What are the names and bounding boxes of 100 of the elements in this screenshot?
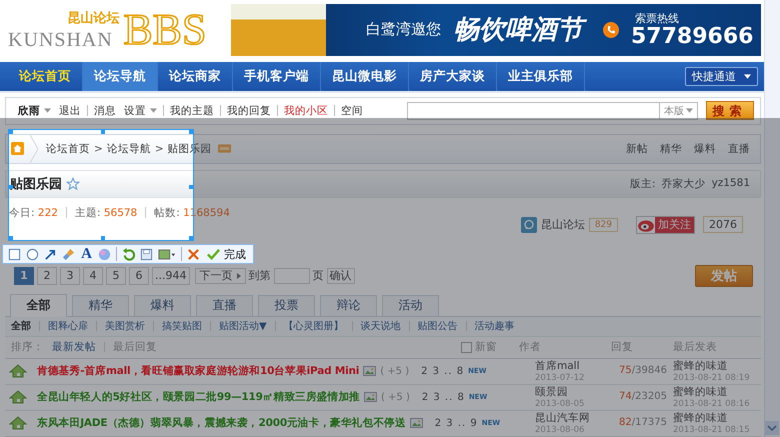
nav-item[interactable]: 业主俱乐部	[497, 62, 585, 91]
moderator-link[interactable]: 乔家大少	[662, 176, 706, 190]
account-name[interactable]: 昆山论坛	[540, 217, 585, 232]
quick-link[interactable]: 精华	[660, 142, 682, 156]
search-field[interactable]	[407, 102, 660, 120]
page-link[interactable]: 1	[14, 266, 34, 285]
filter-link[interactable]: 图释心扉	[48, 319, 88, 334]
caret-icon	[150, 108, 157, 114]
user-link[interactable]: 消息	[92, 104, 118, 118]
user-link[interactable]: 设置	[122, 104, 159, 118]
author-link[interactable]: 颐景园	[535, 386, 620, 399]
filter-link[interactable]: 美图赏析	[105, 319, 145, 334]
page-link[interactable]: 2	[37, 266, 57, 285]
last-poster-link[interactable]: 蜜蜂的味道	[673, 360, 762, 373]
breadcrumb-separator: >	[94, 142, 103, 155]
thread-status-icon	[9, 364, 27, 378]
speech-bubble-icon[interactable]	[520, 216, 537, 232]
forum-stat: 今日: 222	[9, 206, 58, 220]
done-button[interactable]: 完成	[205, 246, 248, 262]
thread-pages[interactable]: 2 3 .. 8	[422, 392, 465, 403]
filter-link[interactable]: 全部	[11, 319, 31, 334]
phone-icon	[603, 22, 619, 38]
breadcrumb-separator: >	[154, 142, 164, 155]
checkbox[interactable]	[461, 342, 472, 353]
undo-icon[interactable]	[122, 248, 135, 260]
banner-text: 白鹭湾邀您	[366, 20, 441, 40]
filter-link[interactable]: 贴图活动▼	[219, 319, 267, 334]
ellipse-tool-icon[interactable]	[26, 248, 39, 260]
page-link[interactable]: 4	[83, 266, 103, 285]
user-link[interactable]: 退出	[57, 104, 83, 118]
last-poster-link[interactable]: 蜜蜂的味道	[673, 412, 762, 425]
text-tool-button[interactable]: A	[80, 248, 93, 260]
thread-pages[interactable]: 2 3 .. 9	[434, 418, 478, 429]
scrollbar[interactable]	[764, 0, 780, 437]
page-number-field[interactable]	[274, 268, 310, 284]
next-page-button[interactable]: 下一页	[194, 268, 246, 284]
tab[interactable]: 直播	[196, 294, 253, 316]
nav-item[interactable]: 房产大家谈	[409, 62, 497, 91]
new-window-label: 新窗	[475, 340, 498, 354]
nav-item[interactable]: 论坛导航	[83, 62, 158, 91]
filter-link[interactable]: 活动趣事	[474, 319, 515, 334]
tab[interactable]: 爆料	[134, 294, 191, 316]
quick-link[interactable]: 爆料	[694, 142, 716, 156]
last-post-time: 2013-08-21 08:15	[673, 424, 751, 436]
author-link[interactable]: 首席mall	[535, 360, 620, 373]
close-icon[interactable]	[187, 248, 200, 260]
quick-link[interactable]: 新帖	[626, 142, 648, 156]
check-icon	[207, 248, 220, 260]
page-link[interactable]: 3	[60, 266, 80, 285]
save-icon[interactable]	[140, 248, 153, 260]
quick-access-dropdown[interactable]: 快捷通道	[685, 66, 758, 86]
last-poster-link[interactable]: 蜜蜂的味道	[673, 386, 762, 399]
tab[interactable]: 精华	[72, 294, 129, 316]
column-header: 作者	[519, 340, 542, 354]
sort-option[interactable]: 最新发帖	[52, 340, 96, 354]
quick-link[interactable]: 直播	[728, 142, 750, 156]
user-link[interactable]: 空间	[339, 104, 365, 118]
nav-item[interactable]: 手机客户端	[233, 62, 321, 91]
thread-title-link[interactable]: 全昆山年轻人的5好社区，颐景园二批99—119㎡精致三房盛情加推	[37, 390, 360, 404]
user-link[interactable]: 我的小区	[282, 104, 330, 118]
caret-icon	[744, 74, 752, 79]
user-link[interactable]: 我的主题	[168, 104, 216, 118]
moderator-link[interactable]: yz1581	[712, 176, 750, 190]
follow-button[interactable]: 加关注	[636, 216, 696, 234]
breadcrumb-link[interactable]: 论坛首页	[46, 142, 90, 156]
filter-link[interactable]: 贴图公告	[418, 319, 458, 334]
image-dropdown-icon[interactable]	[158, 248, 176, 260]
brush-tool-icon[interactable]	[62, 248, 75, 260]
thread-title-link[interactable]: 东风本田JADE（杰德）翡翠风暴，震撼来袭，2000元油卡，豪华礼包不停送	[37, 416, 406, 430]
reply-view-count: 75/39846	[619, 365, 668, 378]
nav-item[interactable]: 论坛商家	[158, 62, 233, 91]
last-post-time: 2013-08-21 08:19	[673, 372, 751, 384]
arrow-tool-icon[interactable]	[44, 248, 57, 260]
rectangle-tool-icon[interactable]	[8, 248, 21, 260]
filter-link[interactable]: 谈天说地	[360, 319, 401, 334]
search-button[interactable]: 搜索	[706, 101, 754, 120]
breadcrumb-link[interactable]: 论坛导航	[106, 142, 151, 156]
rss-icon[interactable]	[218, 144, 231, 154]
page-link[interactable]: 5	[106, 266, 126, 285]
reply-view-count: 74/23205	[619, 391, 668, 404]
tab[interactable]: 投票	[258, 294, 315, 316]
user-link[interactable]: 欣雨	[16, 104, 53, 118]
thread-pages[interactable]: 2 3 .. 8	[421, 366, 464, 377]
search-scope-dropdown[interactable]: 本版	[659, 102, 698, 120]
tab[interactable]: 活动	[382, 294, 439, 316]
color-picker-icon[interactable]	[98, 248, 111, 260]
filter-link[interactable]: 搞笑贴图	[162, 319, 202, 334]
nav-item[interactable]: 昆山微电影	[321, 62, 409, 91]
page-link[interactable]: ...944	[152, 266, 190, 285]
page-link[interactable]: 6	[129, 266, 149, 285]
star-icon[interactable]	[66, 176, 80, 190]
author-link[interactable]: 昆山汽车网	[535, 412, 620, 425]
confirm-button[interactable]: 确认	[326, 268, 354, 284]
user-link[interactable]: 我的回复	[225, 104, 273, 118]
filter-link[interactable]: 【心灵图册】	[284, 319, 344, 334]
tab[interactable]: 全部	[10, 294, 67, 317]
thread-title-link[interactable]: 肯德基秀-首席mall，看旺铺赢取家庭游轮游和10台苹果iPad Mini	[37, 364, 360, 378]
banner-ad[interactable]: 白鹭湾邀您 畅饮啤酒节 索票热线 57789666	[231, 4, 761, 56]
tab[interactable]: 辩论	[320, 294, 377, 316]
home-icon[interactable]	[11, 142, 24, 156]
